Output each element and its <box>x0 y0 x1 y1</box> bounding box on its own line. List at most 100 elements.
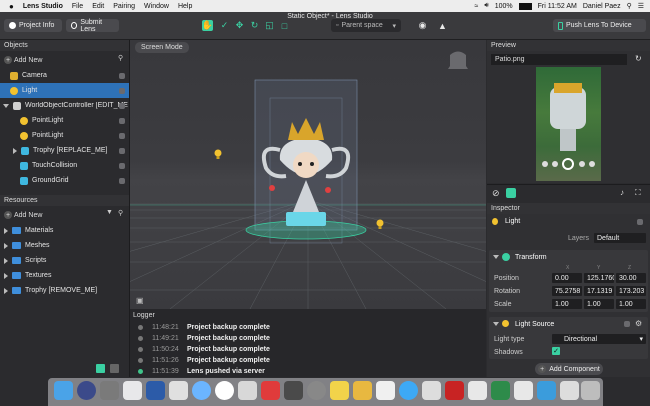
excel-icon[interactable] <box>491 381 510 400</box>
rect-tool-icon[interactable]: □ <box>279 20 290 31</box>
expand-chevron-icon[interactable] <box>4 227 8 234</box>
menu-help[interactable]: Help <box>178 3 192 10</box>
expand-chevron-icon[interactable] <box>4 272 8 279</box>
document-icon[interactable] <box>514 381 533 400</box>
preview-image-selector[interactable]: Patio.png <box>491 54 627 65</box>
preview-phone-screen[interactable] <box>536 67 601 181</box>
rotation-z-field[interactable]: 173.203 <box>616 286 646 296</box>
battery-icon[interactable] <box>518 2 532 10</box>
select-tool-icon[interactable]: ✓ <box>219 20 230 31</box>
user-name[interactable]: Daniel Paez <box>583 3 621 10</box>
device-preview-icon[interactable] <box>506 188 516 198</box>
word-icon[interactable] <box>146 381 165 400</box>
visibility-toggle[interactable] <box>119 102 125 109</box>
system-preferences-icon[interactable] <box>307 381 326 400</box>
menu-edit[interactable]: Edit <box>92 3 104 10</box>
grid-view-icon[interactable] <box>110 364 119 373</box>
rotate-tool-icon[interactable]: ↻ <box>249 20 260 31</box>
volume-icon[interactable]: 🔊︎ <box>484 2 488 10</box>
menu-app-name[interactable]: Lens Studio <box>23 3 63 10</box>
object-row-pointlight[interactable]: PointLight <box>0 113 129 128</box>
app-icon[interactable] <box>422 381 441 400</box>
acrobat-icon[interactable] <box>445 381 464 400</box>
object-row-touchcollision[interactable]: TouchCollision <box>0 158 129 173</box>
position-z-field[interactable]: 30.00 <box>616 273 646 283</box>
list-view-icon[interactable] <box>96 364 105 373</box>
siri-icon[interactable] <box>77 381 96 400</box>
chrome-icon[interactable] <box>215 381 234 400</box>
photos-icon[interactable] <box>123 381 142 400</box>
visibility-toggle[interactable] <box>119 147 125 154</box>
rotation-y-field[interactable]: 17.1319 <box>584 286 614 296</box>
trash-icon[interactable] <box>581 381 600 400</box>
rotation-x-field[interactable]: 75.2758 <box>552 286 582 296</box>
menu-pairing[interactable]: Pairing <box>113 3 135 10</box>
messages-icon[interactable] <box>399 381 418 400</box>
safari-icon[interactable] <box>192 381 211 400</box>
visibility-toggle[interactable] <box>119 132 125 139</box>
apple-icon[interactable]: ● <box>9 2 14 11</box>
objects-search-icon[interactable]: ⚲ <box>118 54 123 62</box>
gear-icon[interactable]: ⚙ <box>635 319 642 328</box>
menu-window[interactable]: Window <box>144 3 169 10</box>
calendar-icon[interactable] <box>169 381 188 400</box>
launchpad-icon[interactable] <box>100 381 119 400</box>
capture-button-icon[interactable] <box>562 158 574 170</box>
visibility-toggle[interactable] <box>119 117 125 124</box>
submit-lens-button[interactable]: Submit Lens <box>66 19 119 33</box>
object-row-worldobjectcontroller[interactable]: WorldObjectController [EDIT_ME] <box>0 98 129 113</box>
add-component-button[interactable]: + Add Component <box>535 363 603 375</box>
position-y-field[interactable]: 125.1760 <box>584 273 614 283</box>
component-enabled-toggle[interactable] <box>624 321 630 327</box>
object-row-light[interactable]: Light <box>0 83 129 98</box>
object-row-camera[interactable]: Camera <box>0 68 129 83</box>
enabled-toggle[interactable] <box>637 219 643 225</box>
terminal-icon[interactable] <box>284 381 303 400</box>
objects-add-new-button[interactable]: + Add New <box>4 55 42 65</box>
visibility-toggle[interactable] <box>119 162 125 169</box>
visibility-toggle[interactable] <box>119 177 125 184</box>
filter-icon[interactable]: ▼ <box>106 209 113 216</box>
resource-folder-meshes[interactable]: Meshes <box>0 238 129 253</box>
notes-icon[interactable] <box>330 381 349 400</box>
resource-folder-trophy[interactable]: Trophy [REMOVE_ME] <box>0 283 129 298</box>
expand-chevron-icon[interactable] <box>4 287 8 294</box>
folder-icon[interactable] <box>537 381 556 400</box>
snap-camera-icon[interactable]: ◉ <box>417 20 428 31</box>
no-preview-icon[interactable]: ⊘ <box>492 188 500 199</box>
visibility-toggle[interactable] <box>119 72 125 79</box>
resources-search-icon[interactable]: ⚲ <box>118 209 123 217</box>
resource-folder-textures[interactable]: Textures <box>0 268 129 283</box>
app-icon[interactable] <box>376 381 395 400</box>
resource-folder-scripts[interactable]: Scripts <box>0 253 129 268</box>
space-dropdown[interactable]: ▫ Parent space ▾ <box>331 19 401 32</box>
collapse-chevron-icon[interactable] <box>493 255 499 259</box>
battery-percent[interactable]: 100% <box>495 3 513 10</box>
move-tool-icon[interactable]: ✥ <box>234 20 245 31</box>
lens-carousel-dot[interactable] <box>579 161 585 167</box>
shadows-checkbox[interactable]: ✓ <box>552 347 560 355</box>
search-icon[interactable]: ⚲ <box>627 2 632 10</box>
scale-tool-icon[interactable]: ◱ <box>264 20 275 31</box>
music-icon[interactable] <box>261 381 280 400</box>
menu-file[interactable]: File <box>72 3 83 10</box>
fit-view-icon[interactable]: ▣ <box>136 296 144 305</box>
object-row-pointlight[interactable]: PointLight <box>0 128 129 143</box>
hand-tool-icon[interactable]: ✋ <box>202 20 213 31</box>
push-lens-button[interactable]: Push Lens To Device <box>553 19 646 32</box>
layers-dropdown[interactable]: Default <box>594 233 646 243</box>
speech-bubble-icon[interactable]: ▲ <box>437 20 448 31</box>
resource-folder-materials[interactable]: Materials <box>0 223 129 238</box>
inspector-object-name[interactable]: Light <box>505 218 520 225</box>
expand-chevron-icon[interactable] <box>4 242 8 249</box>
scale-x-field[interactable]: 1.00 <box>552 299 582 309</box>
resources-add-new-button[interactable]: + Add New <box>4 210 42 220</box>
document-icon[interactable] <box>560 381 579 400</box>
document-icon[interactable] <box>468 381 487 400</box>
scale-y-field[interactable]: 1.00 <box>584 299 614 309</box>
expand-chevron-icon[interactable] <box>13 147 17 154</box>
clock[interactable]: Fri 11:52 AM <box>538 3 577 10</box>
wifi-icon[interactable]: ≈ <box>474 3 478 10</box>
speaker-icon[interactable]: ♪ <box>620 188 624 197</box>
light-type-dropdown[interactable]: Directional ▾ <box>552 334 646 344</box>
